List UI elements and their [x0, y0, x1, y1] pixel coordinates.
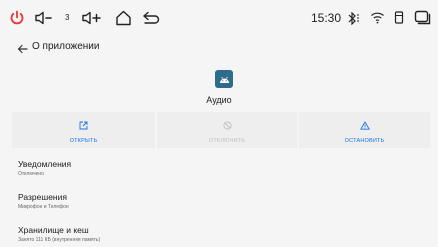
back-nav-icon[interactable]: [141, 10, 161, 26]
notifications-title: Уведомления: [18, 159, 72, 169]
app-icon: [215, 70, 233, 88]
clock: 15:30: [311, 11, 342, 25]
page-title: О приложении: [32, 41, 100, 52]
recent-apps-icon[interactable]: [413, 9, 431, 26]
bluetooth-icon: [345, 11, 361, 25]
volume-down-icon[interactable]: [35, 10, 53, 26]
wifi-icon: [369, 10, 385, 25]
warning-icon: [359, 117, 370, 135]
disable-button: ОТКЛЮЧИТЬ: [157, 112, 297, 148]
permissions-subtitle: Микрофон и Телефон: [18, 204, 69, 210]
power-icon[interactable]: [8, 9, 26, 27]
disable-label: ОТКЛЮЧИТЬ: [208, 137, 246, 144]
volume-level: 3: [65, 13, 70, 22]
block-icon: [222, 117, 232, 135]
home-icon[interactable]: [114, 9, 132, 27]
app-name: Аудио: [206, 95, 232, 105]
open-in-new-icon: [79, 117, 88, 135]
open-label: ОТКРЫТЬ: [69, 137, 98, 144]
back-arrow-icon[interactable]: [12, 36, 32, 62]
storage-subtitle: Занято 111 КБ (внутренняя память): [18, 237, 101, 243]
open-button[interactable]: ОТКРЫТЬ: [12, 112, 155, 148]
volume-up-icon[interactable]: [82, 10, 102, 26]
force-stop-label: ОСТАНОВИТЬ: [344, 137, 385, 144]
permissions-title: Разрешения: [18, 192, 67, 202]
force-stop-button[interactable]: ОСТАНОВИТЬ: [299, 112, 430, 148]
notifications-subtitle: Отключено: [18, 171, 44, 177]
sd-card-icon: [393, 10, 405, 25]
storage-title: Хранилище и кеш: [18, 225, 89, 235]
